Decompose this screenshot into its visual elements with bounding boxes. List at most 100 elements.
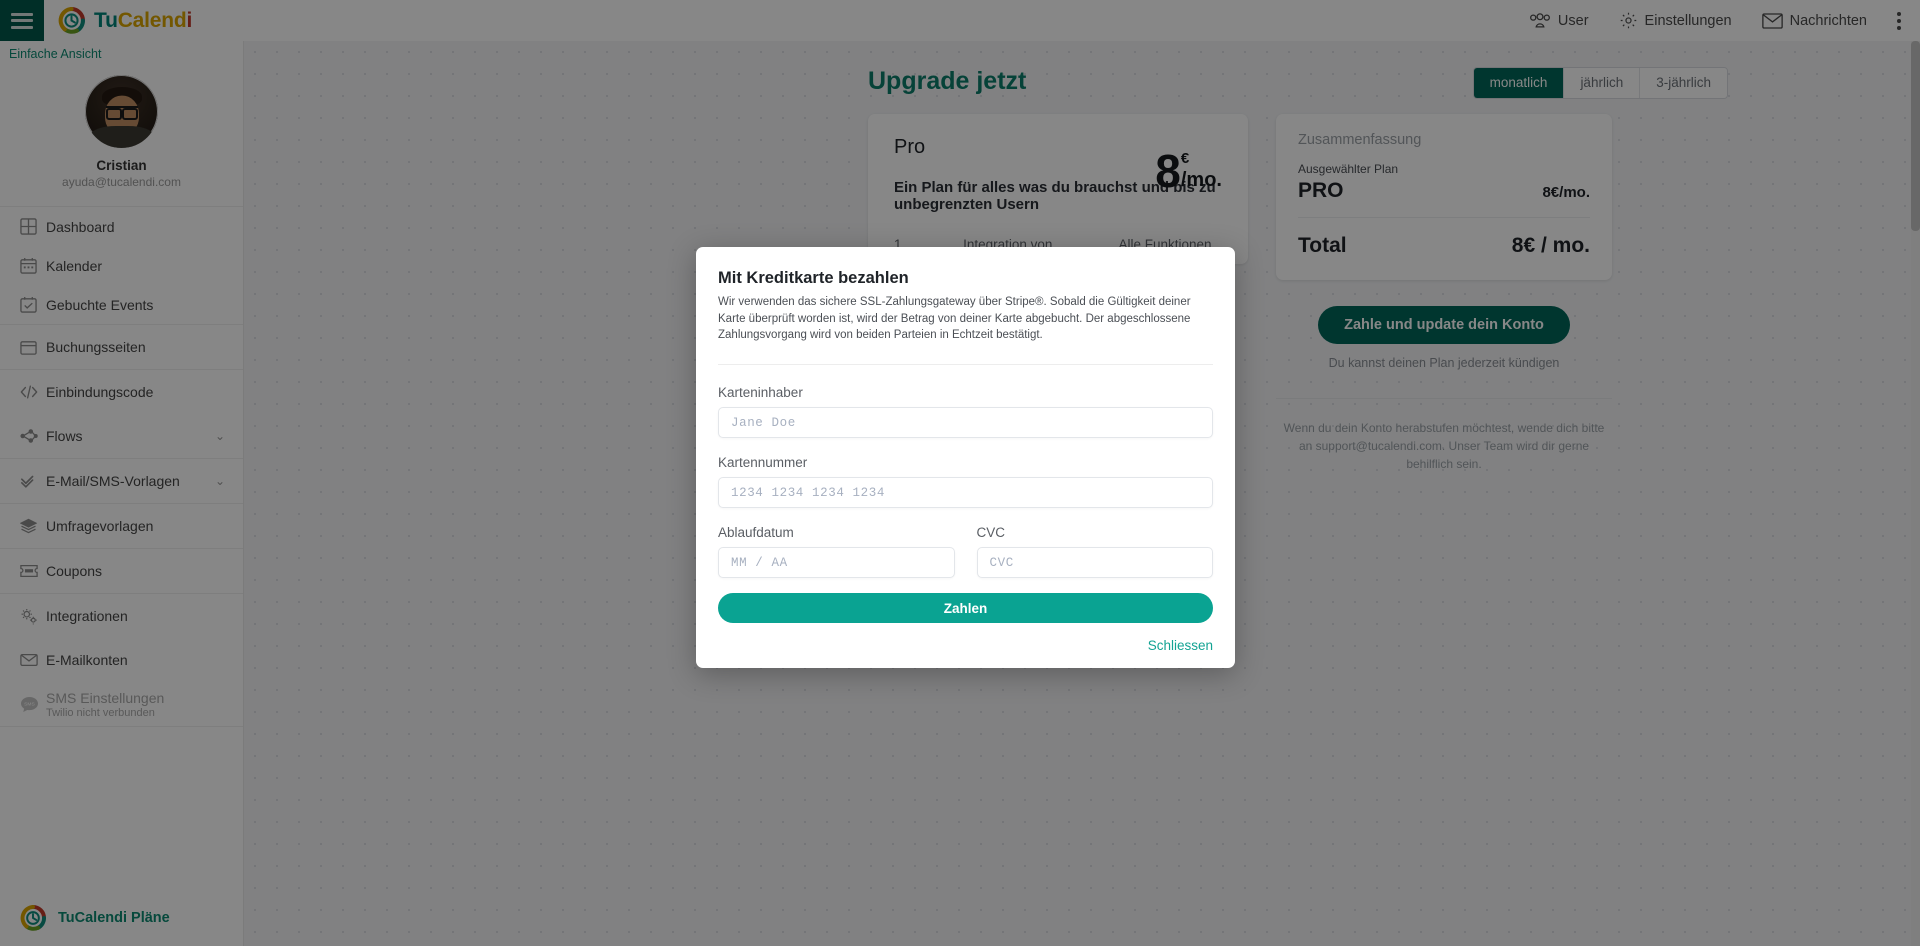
chevron-down-icon[interactable]: ⌄: [215, 430, 225, 442]
app-root: TuCalendi User Einstellungen Nachrichten…: [0, 0, 1920, 946]
nav-group-1: Dashboard Kalender Gebuchte Events: [0, 207, 243, 325]
field-block-expiry: Ablaufdatum: [718, 525, 955, 579]
modal-form: Karteninhaber Kartennummer Ablaufdatum C…: [718, 364, 1213, 624]
downgrade-note: Wenn du dein Konto herabstufen möchtest,…: [1276, 398, 1612, 473]
sidebar-item-coupons[interactable]: Coupons: [0, 549, 243, 593]
close-modal-link[interactable]: Schliessen: [1148, 638, 1213, 653]
cardnumber-input[interactable]: [718, 477, 1213, 509]
users-icon: [1529, 12, 1550, 28]
calendar-icon: [20, 257, 46, 274]
sidebar-item-gebuchte-events[interactable]: Gebuchte Events: [0, 285, 243, 324]
scrollbar-thumb[interactable]: [1911, 41, 1920, 231]
sidebar-item-sms-status: Twilio nicht verbunden: [46, 706, 155, 719]
credit-card-modal: Mit Kreditkarte bezahlen Wir verwenden d…: [696, 247, 1235, 669]
cardnumber-label: Kartennummer: [718, 455, 808, 471]
brand-part-2: Calend: [117, 8, 187, 32]
summary-card: Zusammenfassung Ausgewählter Plan PRO 8€…: [1276, 114, 1612, 280]
summary-plan-row: PRO 8€/mo.: [1298, 179, 1590, 218]
cvc-input[interactable]: [976, 547, 1213, 579]
layers-icon: [20, 518, 46, 534]
plan-price-currency: €: [1180, 150, 1190, 167]
cvc-label: CVC: [976, 525, 1006, 541]
page-title: Upgrade jetzt: [868, 67, 1027, 95]
submit-payment-button[interactable]: Zahlen: [718, 593, 1213, 624]
header-item-user-label: User: [1557, 12, 1589, 29]
sidebar-item-dashboard[interactable]: Dashboard: [0, 207, 243, 246]
hamburger-bars: [11, 9, 33, 32]
tucalendi-logo-icon-2: [20, 905, 46, 931]
header-item-messages-label: Nachrichten: [1789, 12, 1867, 29]
ticket-icon: [20, 564, 46, 578]
avatar[interactable]: [85, 75, 158, 148]
sidebar-item-umfragevorlagen-label: Umfragevorlagen: [46, 518, 154, 534]
nav-group-2: Buchungsseiten: [0, 325, 243, 370]
header-item-settings-label: Einstellungen: [1644, 12, 1732, 29]
sms-bubble-icon: SMS: [20, 696, 46, 713]
cardholder-input[interactable]: [718, 407, 1213, 439]
brand-name: TuCalendi: [94, 9, 192, 33]
right-column: Zusammenfassung Ausgewählter Plan PRO 8€…: [1276, 114, 1612, 473]
envelope-icon-2: [20, 653, 46, 667]
sidebar-item-integrationen[interactable]: Integrationen: [0, 594, 243, 638]
sidebar-item-kalender[interactable]: Kalender: [0, 246, 243, 285]
sidebar-item-sms-einstellungen[interactable]: SMS SMS Einstellungen Twilio nicht verbu…: [0, 682, 243, 726]
period-option-monthly[interactable]: monatlich: [1473, 68, 1565, 98]
pay-area: Zahle und update dein Konto Du kannst de…: [1276, 306, 1612, 473]
profile-block: Cristian ayuda@tucalendi.com: [0, 63, 243, 207]
nav-group-7: Integrationen E-Mailkonten SMS SMS Einst…: [0, 594, 243, 727]
nav-group-6: Coupons: [0, 549, 243, 594]
grid-icon: [20, 218, 46, 235]
sidebar-item-kalender-label: Kalender: [46, 257, 103, 274]
modal-title: Mit Kreditkarte bezahlen: [718, 269, 909, 287]
sidebar-item-buchungsseiten[interactable]: Buchungsseiten: [0, 325, 243, 369]
kebab-menu-icon[interactable]: [1891, 8, 1907, 34]
sidebar-item-flows[interactable]: Flows ⌄: [0, 414, 243, 458]
sidebar-item-einbindungscode[interactable]: Einbindungscode: [0, 370, 243, 414]
page-scrollbar[interactable]: [1911, 41, 1920, 946]
svg-text:SMS: SMS: [24, 701, 35, 707]
sidebar-footer-label: TuCalendi Pläne: [58, 910, 170, 926]
sidebar-item-emailkonten[interactable]: E-Mailkonten: [0, 638, 243, 682]
sidebar: Einfache Ansicht Cristian ayuda@tucalend…: [0, 41, 244, 946]
sidebar-item-email-sms-vorlagen[interactable]: E-Mail/SMS-Vorlagen ⌄: [0, 459, 243, 503]
sidebar-item-dashboard-label: Dashboard: [46, 218, 115, 235]
nav-group-3: Einbindungscode Flows ⌄: [0, 370, 243, 459]
modal-footer: Schliessen: [718, 623, 1213, 668]
header-item-messages[interactable]: Nachrichten: [1761, 12, 1867, 29]
hamburger-icon[interactable]: [0, 0, 44, 41]
profile-name: Cristian: [96, 158, 147, 173]
field-block-cardnumber: Kartennummer: [718, 455, 1213, 509]
sidebar-item-coupons-label: Coupons: [46, 563, 103, 579]
sidebar-footer-plans[interactable]: TuCalendi Pläne: [0, 890, 243, 946]
expiry-cvc-row: Ablaufdatum CVC: [718, 525, 1213, 590]
sidebar-item-einbindungscode-label: Einbindungscode: [46, 384, 154, 400]
sidebar-item-buchungsseiten-label: Buchungsseiten: [46, 339, 146, 355]
plan-price-number: 8: [1155, 145, 1181, 197]
period-option-yearly[interactable]: jährlich: [1564, 68, 1641, 98]
sidebar-item-emailkonten-label: E-Mailkonten: [46, 652, 128, 668]
brand-logo-area[interactable]: TuCalendi: [58, 7, 192, 34]
period-option-three-yearly[interactable]: 3-jährlich: [1640, 68, 1727, 98]
window-icon: [20, 339, 46, 356]
header-item-user[interactable]: User: [1529, 13, 1589, 29]
header-item-settings[interactable]: Einstellungen: [1619, 11, 1732, 30]
summary-plan-price: 8€/mo.: [1542, 184, 1590, 201]
envelope-icon: [1761, 12, 1783, 29]
simple-view-link[interactable]: Einfache Ansicht: [0, 41, 243, 63]
page-header: Upgrade jetzt monatlich jährlich 3-jährl…: [552, 41, 1728, 114]
pay-and-update-button[interactable]: Zahle und update dein Konto: [1318, 306, 1570, 344]
plan-price-period: /mo.: [1180, 169, 1222, 191]
profile-email: ayuda@tucalendi.com: [62, 175, 181, 189]
modal-description: Wir verwenden das sichere SSL-Zahlungsga…: [718, 296, 1191, 342]
summary-selected-plan-label: Ausgewählter Plan: [1298, 162, 1399, 176]
sms-text-wrap: SMS Einstellungen Twilio nicht verbunden: [46, 690, 164, 719]
field-block-cvc: CVC: [976, 525, 1213, 579]
calendar-check-icon: [20, 296, 46, 313]
expiry-input[interactable]: [718, 547, 955, 579]
sidebar-item-umfragevorlagen[interactable]: Umfragevorlagen: [0, 504, 243, 548]
chevron-down-icon-2[interactable]: ⌄: [215, 475, 225, 487]
expiry-label: Ablaufdatum: [718, 525, 794, 541]
sidebar-item-email-sms-vorlagen-label: E-Mail/SMS-Vorlagen: [46, 473, 180, 489]
brand-part-3: i: [186, 8, 193, 32]
tucalendi-logo-icon: [58, 7, 85, 34]
